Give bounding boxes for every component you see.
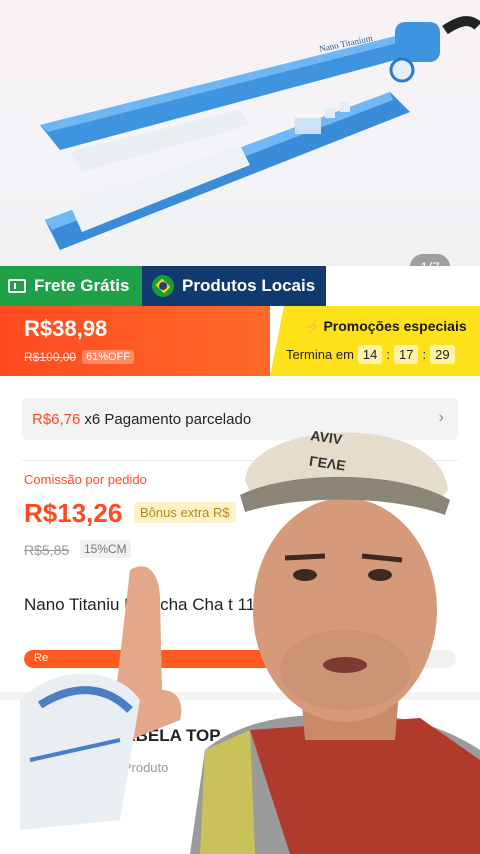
local-products-label: Produtos Locais bbox=[182, 276, 316, 295]
old-price-row: R$100,00 61%OFF bbox=[24, 350, 270, 364]
discount-badge: 61%OFF bbox=[82, 350, 135, 364]
product-image[interactable]: Nano Titanium 1/7 bbox=[0, 0, 480, 266]
hair-straightener-image: Nano Titanium bbox=[40, 16, 480, 250]
timer-hours: 14 bbox=[357, 345, 383, 364]
promo-title-row: ⚡ Promoções especiais bbox=[286, 318, 480, 335]
timer-seconds: 29 bbox=[430, 345, 455, 364]
countdown-timer: Termina em 14: 17: 29 bbox=[286, 345, 480, 364]
free-shipping-badge: Frete Grátis bbox=[0, 266, 142, 306]
timer-minutes: 17 bbox=[394, 345, 419, 364]
promo-title: Promoções especiais bbox=[323, 318, 467, 334]
price-banner: R$38,98 R$100,00 61%OFF ⚡ Promoções espec… bbox=[0, 306, 480, 376]
old-price: R$100,00 bbox=[24, 350, 77, 364]
free-shipping-label: Frete Grátis bbox=[34, 276, 130, 295]
current-price: R$38,98 bbox=[24, 316, 108, 341]
price-block: R$38,98 R$100,00 61%OFF bbox=[0, 306, 270, 376]
ends-label: Termina em bbox=[286, 347, 354, 362]
lightning-icon: ⚡ bbox=[304, 318, 322, 334]
badges-row: Frete Grátis Produtos Locais bbox=[0, 266, 480, 306]
local-products-badge: Produtos Locais bbox=[142, 266, 326, 306]
promo-block: ⚡ Promoções especiais Termina em 14: 17: … bbox=[270, 306, 480, 376]
image-page-indicator: 1/7 bbox=[410, 254, 450, 266]
presenter-image: AVIV LEVE bbox=[20, 427, 480, 854]
brazil-flag-icon bbox=[152, 275, 174, 297]
presenter-overlay: AVIV LEVE bbox=[0, 400, 480, 854]
ticket-icon bbox=[8, 279, 26, 293]
